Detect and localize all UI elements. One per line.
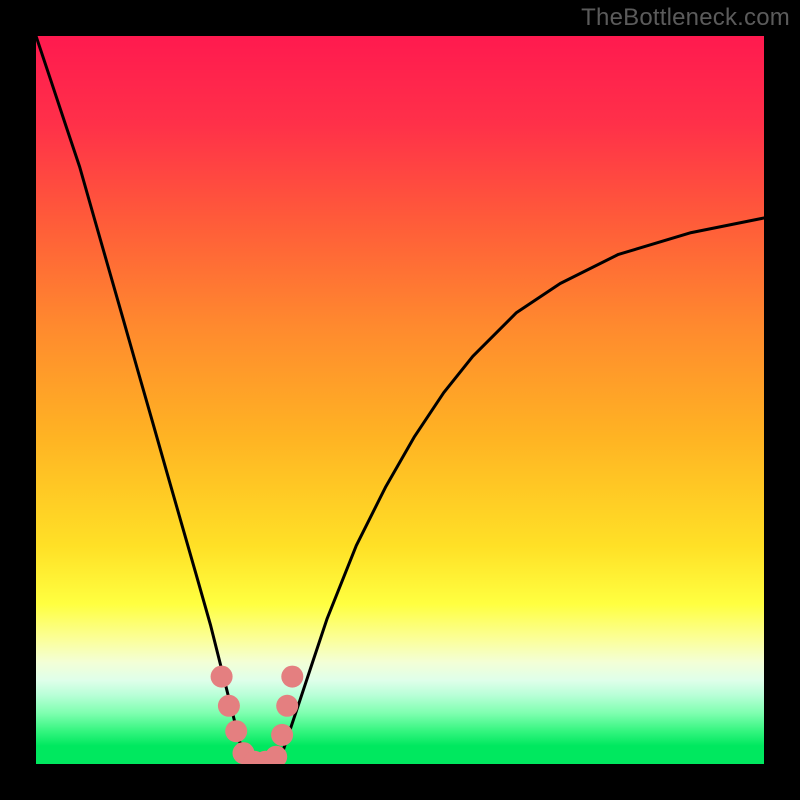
marker-dot [281,666,303,688]
marker-dot [218,695,240,717]
marker-dot [276,695,298,717]
chart-frame: TheBottleneck.com [0,0,800,800]
marker-dot [225,720,247,742]
marker-dot [271,724,293,746]
bottleneck-chart-svg [36,36,764,764]
attribution-text: TheBottleneck.com [581,4,790,32]
plot-area [36,36,764,764]
marker-dot [211,666,233,688]
